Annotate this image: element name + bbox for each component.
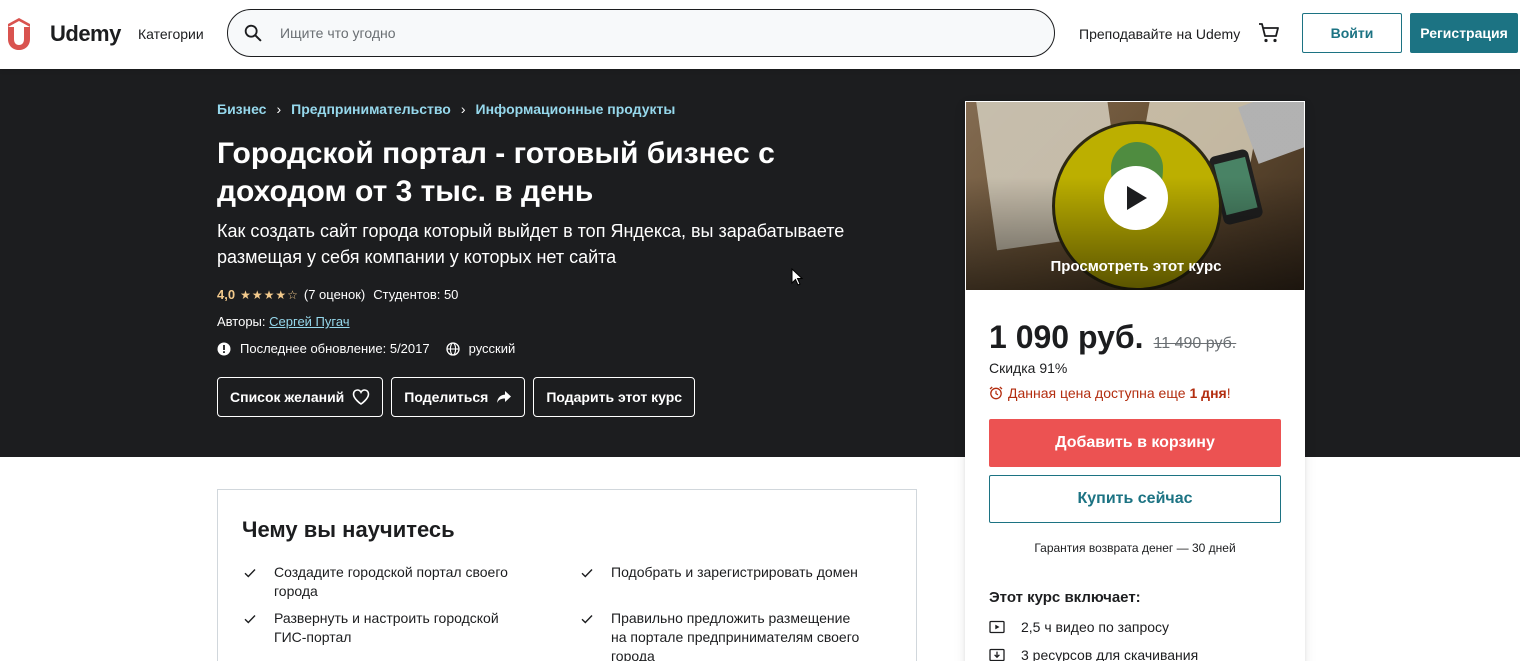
price-row: 1 090 руб. 11 490 руб. [989, 319, 1236, 356]
price-timer: Данная цена доступна еще 1 дня ! [989, 385, 1231, 401]
current-price: 1 090 руб. [989, 319, 1144, 355]
breadcrumb: Бизнес › Предпринимательство › Информаци… [217, 101, 675, 117]
breadcrumb-entrepreneurship[interactable]: Предпринимательство [291, 101, 451, 117]
money-back-guarantee: Гарантия возврата денег — 30 дней [1034, 541, 1236, 555]
share-arrow-icon [497, 391, 512, 403]
includes-title: Этот курс включает: [989, 589, 1141, 606]
authors-label: Авторы: [217, 314, 266, 329]
wishlist-label: Список желаний [230, 389, 345, 405]
breadcrumb-info-products[interactable]: Информационные продукты [476, 101, 676, 117]
purchase-card: Просмотреть этот курс 1 090 руб. 11 490 … [965, 101, 1305, 661]
teach-link[interactable]: Преподавайте на Udemy [1079, 26, 1240, 42]
checkmark-icon [581, 569, 593, 578]
learn-item-text: Подобрать и зарегистрировать домен [611, 564, 858, 580]
video-icon [989, 620, 1005, 634]
download-file-icon [989, 648, 1005, 661]
learn-item: Создадите городской портал своего города [242, 563, 532, 601]
chevron-right-icon: › [276, 101, 282, 117]
rating-count-link[interactable]: (7 оценок) [304, 287, 365, 302]
categories-link[interactable]: Категории [138, 26, 204, 42]
checkmark-icon [581, 615, 593, 624]
play-button[interactable] [1104, 166, 1168, 230]
include-video-text: 2,5 ч видео по запросу [1021, 619, 1170, 635]
timer-days: 1 дня [1189, 385, 1227, 401]
include-video: 2,5 ч видео по запросу [989, 619, 1169, 635]
top-header: Udemy Категории Преподавайте на Udemy Во… [0, 0, 1520, 69]
preview-label: Просмотреть этот курс [1050, 258, 1222, 275]
add-to-cart-button[interactable]: Добавить в корзину [989, 419, 1281, 467]
globe-icon [445, 341, 460, 356]
include-resources: 3 ресурсов для скачивания [989, 647, 1198, 661]
heart-icon [352, 389, 370, 405]
timer-end: ! [1226, 385, 1231, 401]
breadcrumb-business[interactable]: Бизнес [217, 101, 266, 117]
alarm-clock-icon [989, 386, 1003, 400]
include-resources-text: 3 ресурсов для скачивания [1021, 647, 1199, 661]
learn-item-text: Правильно предложить размещение на порта… [611, 610, 860, 661]
search-icon[interactable] [242, 22, 264, 44]
search-input[interactable] [280, 25, 980, 41]
wishlist-button[interactable]: Список желаний [217, 377, 384, 417]
learn-title: Чему вы научитесь [242, 517, 455, 542]
mouse-cursor-icon [791, 268, 803, 286]
rating-row: 4,0 ★★★★☆ (7 оценок) Студентов: 50 [217, 287, 458, 302]
learn-item-text: Развернуть и настроить городской ГИС-пор… [274, 610, 499, 645]
what-you-learn: Чему вы научитесь Создадите городской по… [217, 489, 917, 661]
original-price: 11 490 руб. [1153, 335, 1237, 352]
learn-item-text: Создадите городской портал своего города [274, 564, 508, 599]
course-actions: Список желаний Поделиться Подарить этот … [217, 377, 703, 417]
checkmark-icon [244, 615, 256, 624]
course-title: Городской портал - готовый бизнес с дохо… [217, 137, 775, 208]
discount-label: Скидка 91% [989, 360, 1068, 376]
search-bar[interactable] [227, 9, 1055, 57]
gift-course-button[interactable]: Подарить этот курс [533, 377, 696, 417]
udemy-logo[interactable]: Udemy [4, 14, 121, 54]
gift-label: Подарить этот курс [546, 389, 683, 405]
udemy-logo-icon [8, 18, 30, 50]
star-rating-icon: ★★★★☆ [240, 287, 299, 302]
share-button[interactable]: Поделиться [391, 377, 526, 417]
share-label: Поделиться [404, 389, 489, 405]
course-preview[interactable]: Просмотреть этот курс [965, 101, 1305, 291]
checkmark-icon [244, 569, 256, 578]
logo-text: Udemy [50, 21, 121, 46]
students-count: Студентов: 50 [373, 287, 459, 302]
learn-item: Подобрать и зарегистрировать домен [579, 563, 869, 582]
login-button[interactable]: Войти [1302, 13, 1402, 53]
last-update: Последнее обновление: 5/2017 [240, 341, 430, 356]
course-language: русский [468, 341, 516, 356]
register-button[interactable]: Регистрация [1410, 13, 1518, 53]
play-icon [1127, 186, 1147, 210]
rating-value: 4,0 [217, 287, 236, 302]
learn-item: Развернуть и настроить городской ГИС-пор… [242, 609, 532, 647]
timer-text: Данная цена доступна еще [1008, 385, 1186, 401]
course-subtitle: Как создать сайт города который выйдет в… [217, 221, 845, 267]
learn-item: Правильно предложить размещение на порта… [579, 609, 869, 661]
alert-badge-icon [217, 342, 231, 355]
chevron-right-icon: › [460, 101, 466, 117]
author-link[interactable]: Сергей Пугач [269, 314, 349, 329]
cart-icon[interactable] [1257, 21, 1281, 45]
authors-row: Авторы: Сергей Пугач [217, 314, 350, 329]
buy-now-button[interactable]: Купить сейчас [989, 475, 1281, 523]
meta-row: Последнее обновление: 5/2017 русский [217, 341, 515, 356]
